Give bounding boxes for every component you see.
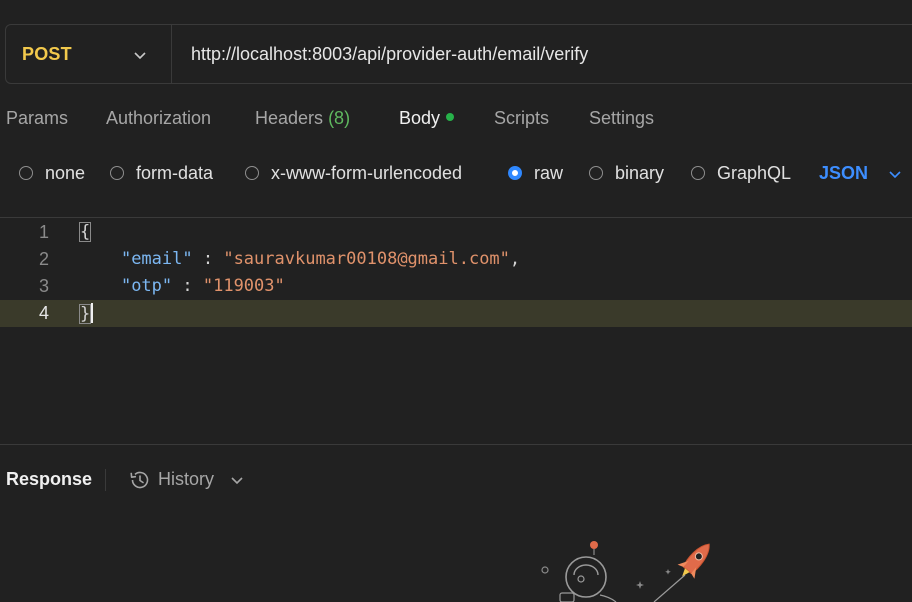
radio-label: form-data [136,163,214,183]
history-label: History [158,469,215,489]
chevron-down-icon [889,171,901,179]
pane-divider[interactable] [0,444,912,445]
response-title: Response [6,469,93,489]
language-select[interactable]: JSON [819,163,901,184]
chevron-down-icon [231,477,243,485]
radio-circle [589,166,603,180]
radio-circle [110,166,124,180]
tab-params[interactable]: Params [6,108,68,129]
separator [105,469,106,491]
line-number: 3 [38,276,49,296]
request-editor: POST http://localhost:8003/api/provider-… [0,0,912,602]
line-number: 2 [38,249,49,269]
radio-circle [691,166,705,180]
method-label: POST [22,44,72,64]
json-separator: : [172,276,203,296]
code-editor[interactable]: 1 { 2 "email" : "sauravkumar00108@gmail.… [0,217,912,444]
chevron-down-icon [134,52,146,60]
tab-headers-label: Headers [255,108,324,128]
line-code: } [78,303,94,324]
json-comma: , [509,249,521,269]
tab-body-label: Body [399,108,441,128]
url-bar: POST http://localhost:8003/api/provider-… [5,24,912,84]
astronaut-rocket-illustration [541,541,710,602]
bracket-match: { [78,222,92,242]
editor-line: 2 "email" : "sauravkumar00108@gmail.com"… [0,246,912,273]
bracket-match: } [78,304,92,324]
tab-authorization[interactable]: Authorization [106,108,211,129]
line-code: "email" : "sauravkumar00108@gmail.com", [80,249,520,269]
headers-count-badge: (8) [328,108,351,128]
editor-line: 3 "otp" : "119003" [0,273,912,300]
json-value: "119003" [202,276,285,296]
radio-circle [245,166,259,180]
text-cursor [91,303,94,323]
radio-circle [19,166,33,180]
line-number: 4 [38,303,49,323]
editor-line: 1 { [0,219,912,246]
line-number: 1 [38,222,49,242]
tab-settings[interactable]: Settings [589,108,654,129]
language-label: JSON [819,163,869,183]
tab-headers[interactable]: Headers (8) [255,108,350,129]
body-type-selector: none form-data x-www-form-urlencoded raw… [0,163,912,187]
json-key: "otp" [120,276,173,296]
radio-circle-checked [508,166,522,180]
line-code: { [78,222,92,242]
radio-label: x-www-form-urlencoded [271,163,463,183]
radio-label: GraphQL [717,163,792,183]
editor-line-current: 4 } [0,300,912,327]
json-key: "email" [120,249,193,269]
method-select[interactable]: POST [6,25,172,83]
url-input[interactable]: http://localhost:8003/api/provider-auth/… [191,44,588,65]
json-value: "sauravkumar00108@gmail.com" [223,249,510,269]
tab-scripts[interactable]: Scripts [494,108,549,129]
tab-body[interactable]: Body [399,108,455,129]
radio-label: none [45,163,86,183]
line-code: "otp" : "119003" [80,276,285,296]
body-active-dot [446,113,455,121]
radio-label: raw [534,163,564,183]
history-clock-icon [130,471,149,489]
json-separator: : [192,249,224,269]
radio-label: binary [615,163,665,183]
